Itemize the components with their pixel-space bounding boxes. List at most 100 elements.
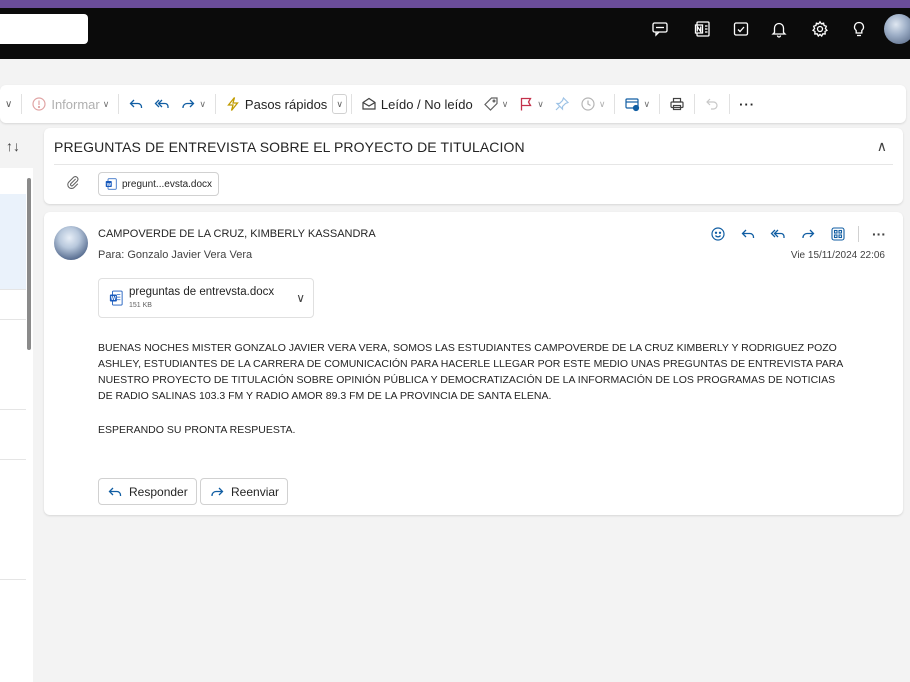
categorize-button[interactable]: ∨ xyxy=(478,91,514,117)
undo-icon xyxy=(706,98,718,110)
chevron-down-icon: ∨ xyxy=(336,98,343,109)
toolbar-divider xyxy=(214,94,216,114)
forward-toolbar-button[interactable]: ∨ xyxy=(175,91,211,117)
to-label: Para: xyxy=(98,249,125,261)
shield-warning-icon xyxy=(31,96,47,112)
list-item[interactable] xyxy=(0,194,26,290)
toolbar-divider xyxy=(350,94,352,114)
read-unread-label: Leído / No leído xyxy=(380,96,473,112)
rules-icon xyxy=(625,98,640,112)
word-file-icon: W xyxy=(109,290,123,306)
list-item[interactable] xyxy=(0,320,26,410)
pin-icon xyxy=(555,96,569,111)
list-item[interactable] xyxy=(0,410,26,460)
sender-avatar[interactable] xyxy=(54,226,88,260)
flag-button[interactable]: ∨ xyxy=(513,91,549,117)
reply-icon xyxy=(129,99,143,108)
chevron-down-icon: ∨ xyxy=(598,98,606,109)
flag-icon xyxy=(521,97,532,111)
react-button[interactable] xyxy=(708,224,728,244)
chevron-down-icon: ∨ xyxy=(102,98,110,109)
divider xyxy=(858,226,859,242)
smiley-icon xyxy=(711,227,725,241)
apps-icon xyxy=(831,227,845,241)
forward-icon xyxy=(182,99,195,108)
message-actions: ··· xyxy=(708,224,889,244)
list-scrollbar[interactable] xyxy=(27,178,31,350)
apps-button[interactable] xyxy=(828,224,848,244)
lightning-icon xyxy=(225,96,241,112)
toolbar-divider xyxy=(118,94,120,114)
reply-all-icon xyxy=(770,229,785,238)
chevron-down-icon[interactable]: ∨ xyxy=(296,291,305,305)
undo-button[interactable] xyxy=(699,91,725,117)
conversation-header: PREGUNTAS DE ENTREVISTA SOBRE EL PROYECT… xyxy=(44,128,903,204)
recipient-name[interactable]: Gonzalo Javier Vera Vera xyxy=(127,249,252,261)
forward-button[interactable] xyxy=(798,224,818,244)
toolbar-divider xyxy=(659,94,661,114)
quick-steps-label: Pasos rápidos xyxy=(244,96,328,112)
toolbar-divider xyxy=(729,94,731,114)
report-button[interactable]: Informar ∨ xyxy=(26,91,114,117)
chat-icon[interactable] xyxy=(648,17,672,41)
svg-text:W: W xyxy=(111,296,116,302)
onenote-icon[interactable] xyxy=(691,17,715,41)
reply-icon xyxy=(108,487,122,496)
quick-steps-dropdown[interactable]: ∨ xyxy=(332,94,347,114)
attachment-card[interactable]: W preguntas de entrevsta.docx 151 KB ∨ xyxy=(98,278,314,318)
more-actions-button[interactable]: ··· xyxy=(734,91,760,117)
divider xyxy=(54,164,893,165)
reply-button[interactable] xyxy=(738,224,758,244)
read-unread-button[interactable]: Leído / No leído xyxy=(356,91,478,117)
attachment-chip[interactable]: W pregunt...evsta.docx xyxy=(98,172,220,196)
rules-button[interactable]: ∨ xyxy=(619,91,655,117)
tag-icon xyxy=(483,97,498,111)
forward-icon xyxy=(211,487,224,496)
forward-label: Reenviar xyxy=(231,484,280,499)
chevron-down-icon[interactable]: ∨ xyxy=(199,99,206,110)
reply-label: Responder xyxy=(129,484,188,499)
message-date: Vie 15/11/2024 22:06 xyxy=(790,250,885,261)
report-label: Informar xyxy=(51,96,100,112)
chevron-down-icon: ∨ xyxy=(501,98,509,109)
forward-icon xyxy=(802,229,815,238)
reply-all-toolbar-button[interactable] xyxy=(149,91,175,117)
reply-all-icon xyxy=(154,99,169,108)
todo-icon[interactable] xyxy=(729,17,753,41)
chevron-up-icon[interactable]: ∧ xyxy=(877,138,887,155)
sender-name[interactable]: CAMPOVERDE DE LA CRUZ, KIMBERLY KASSANDR… xyxy=(98,228,376,240)
expand-chevron-icon[interactable]: ∨ xyxy=(0,91,17,117)
command-toolbar: ∨ Informar ∨ ∨ Pasos rápidos ∨ Leído / N… xyxy=(0,85,906,123)
svg-text:W: W xyxy=(107,182,112,187)
body-line: ASHLEY, ESTUDIANTES DE LA CARRERA DE COM… xyxy=(98,358,844,370)
toolbar-divider xyxy=(694,94,696,114)
gear-icon[interactable] xyxy=(808,17,832,41)
search-input[interactable] xyxy=(0,14,88,44)
chevron-down-icon: ∨ xyxy=(643,98,651,109)
toolbar-divider xyxy=(614,94,616,114)
profile-avatar[interactable] xyxy=(884,14,910,44)
message-body: BUENAS NOCHES MISTER GONZALO JAVIER VERA… xyxy=(98,340,888,404)
lightbulb-icon[interactable] xyxy=(847,17,871,41)
bell-icon[interactable] xyxy=(767,17,791,41)
sort-icon[interactable]: ↑↓ xyxy=(6,138,20,154)
list-item[interactable] xyxy=(0,460,26,580)
attachment-name: preguntas de entrevsta.docx xyxy=(129,286,275,298)
pin-button[interactable] xyxy=(549,91,575,117)
print-button[interactable] xyxy=(664,91,690,117)
more-icon: ··· xyxy=(739,96,756,112)
list-item[interactable] xyxy=(0,290,26,320)
reply-all-button[interactable] xyxy=(768,224,788,244)
attachment-chip-label: pregunt...evsta.docx xyxy=(122,178,213,190)
quick-steps-button[interactable]: Pasos rápidos xyxy=(220,91,332,117)
more-options-button[interactable]: ··· xyxy=(869,224,889,244)
message-card: CAMPOVERDE DE LA CRUZ, KIMBERLY KASSANDR… xyxy=(44,212,903,515)
paperclip-icon xyxy=(66,175,80,194)
body-line: NUESTRO PROYECTO DE TITULACIÓN SOBRE OPI… xyxy=(98,374,836,386)
reply-bottom-button[interactable]: Responder xyxy=(98,478,197,505)
attachment-size: 151 KB xyxy=(129,302,152,309)
toolbar-divider xyxy=(21,94,23,114)
snooze-button[interactable]: ∨ xyxy=(575,91,611,117)
reply-toolbar-button[interactable] xyxy=(123,91,149,117)
forward-bottom-button[interactable]: Reenviar xyxy=(200,478,289,505)
